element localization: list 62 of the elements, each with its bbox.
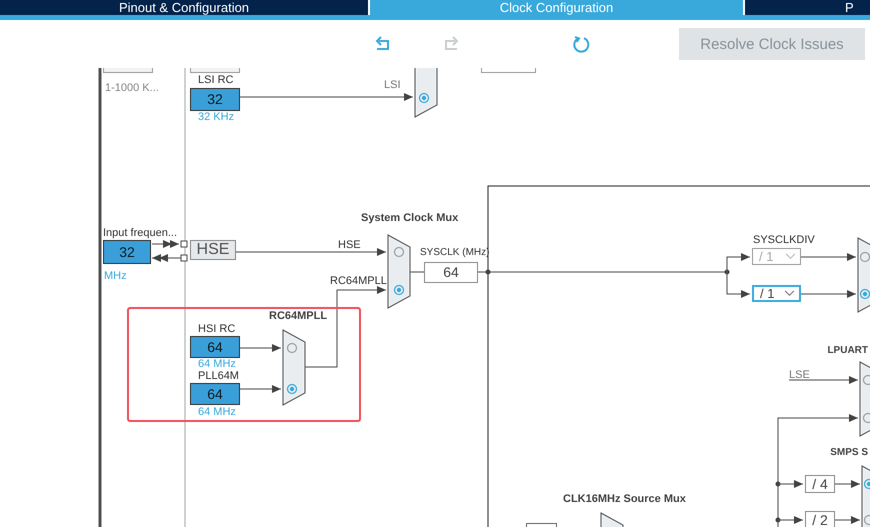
- radio-button[interactable]: [864, 514, 870, 526]
- signal-label: LSE: [789, 369, 810, 381]
- radio-button[interactable]: [418, 92, 430, 104]
- oscillator-block: HSE: [190, 240, 236, 260]
- radio-button[interactable]: [862, 374, 870, 386]
- radio-button[interactable]: [394, 284, 404, 296]
- tab[interactable]: Pinout & Configuration: [0, 0, 368, 15]
- frequency-field[interactable]: 32: [190, 88, 240, 111]
- junction-dot: [776, 518, 780, 522]
- radio-button[interactable]: [862, 412, 870, 424]
- signal-label: HSE: [338, 239, 361, 251]
- frequency-field[interactable]: 64: [190, 383, 240, 405]
- frequency-unit: 64 MHz: [198, 358, 236, 370]
- arrow: [800, 253, 856, 261]
- junction-dot: [776, 482, 780, 486]
- frequency-unit: 32 KHz: [198, 111, 234, 123]
- mux-shape: [600, 512, 624, 527]
- mux-title: LPUART: [827, 345, 868, 357]
- arrow: [726, 272, 750, 298]
- radio-button[interactable]: [286, 384, 298, 394]
- frequency-value: 64: [424, 262, 478, 283]
- chevron-icon: [784, 290, 795, 297]
- mux-title: System Clock Mux: [361, 212, 458, 224]
- clock-label: LSI RC: [198, 74, 234, 86]
- junction-dot: [486, 270, 490, 274]
- radio-button[interactable]: [394, 246, 404, 258]
- clock-label: PLL64M: [198, 370, 239, 382]
- arrow: [152, 240, 180, 248]
- chevron-icon: [785, 253, 796, 260]
- block-title: RC64MPLL: [269, 310, 328, 322]
- range-label: 1-1000 K...: [105, 82, 159, 94]
- arrow: [240, 385, 282, 393]
- port-square: [180, 240, 188, 248]
- signal-label: RC64MPLL: [330, 275, 387, 287]
- radio-button[interactable]: [864, 478, 870, 490]
- tab[interactable]: P: [745, 0, 870, 15]
- radio-button[interactable]: [860, 288, 870, 300]
- mux-title: SMPS S: [830, 447, 868, 459]
- junction-dot: [724, 270, 730, 274]
- frequency-unit: 64 MHz: [198, 406, 236, 418]
- divider-value: / 4: [805, 475, 835, 493]
- arrow: [726, 253, 750, 272]
- radio-button[interactable]: [286, 342, 298, 354]
- frequency-unit: MHz: [104, 270, 127, 282]
- refresh-icon[interactable]: [572, 35, 590, 53]
- frequency-field[interactable]: 32: [103, 240, 151, 264]
- mux-shape: [862, 465, 870, 527]
- arrow: [800, 290, 856, 298]
- mux-title: CLK16MHz Source Mux: [563, 493, 686, 505]
- divider-value: / 2: [805, 511, 835, 527]
- undo-icon[interactable]: [374, 35, 392, 53]
- arrow: [152, 254, 182, 262]
- divider-label: SYSCLKDIV: [753, 234, 815, 246]
- signal-label: LSI: [384, 79, 401, 91]
- arrow: [240, 344, 282, 352]
- frequency-field[interactable]: 64: [190, 336, 240, 358]
- radio-button[interactable]: [860, 252, 870, 262]
- divider-dropdown[interactable]: / 1: [752, 285, 801, 302]
- mux-shape: [414, 68, 438, 118]
- clock-label: Input frequen...: [103, 227, 177, 239]
- port-square: [180, 254, 188, 262]
- clock-label: HSI RC: [198, 323, 236, 335]
